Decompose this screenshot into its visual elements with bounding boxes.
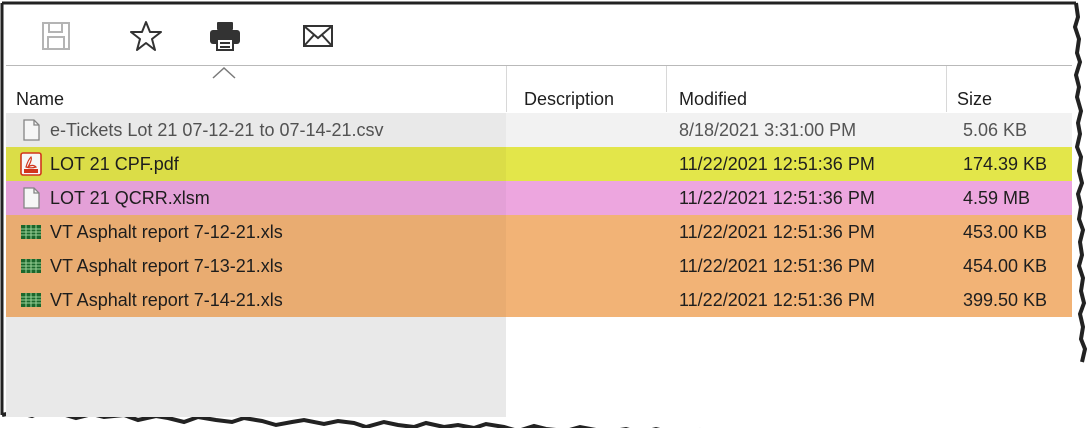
file-size: 399.50 KB	[963, 290, 1048, 310]
file-modified: 11/22/2021 12:51:36 PM	[679, 154, 875, 174]
column-header-name[interactable]: Name	[6, 66, 506, 112]
file-row[interactable]: VT Asphalt report 7-14-21.xls 11/22/2021…	[6, 283, 1072, 317]
generic-file-icon	[23, 187, 40, 209]
empty-list-area[interactable]	[6, 317, 506, 417]
column-header-row: Name Description Modified Size	[6, 66, 1072, 112]
column-divider[interactable]	[506, 66, 507, 112]
file-name: e-Tickets Lot 21 07-12-21 to 07-14-21.cs…	[50, 120, 384, 140]
file-size: 4.59 MB	[963, 188, 1031, 208]
file-row[interactable]: e-Tickets Lot 21 07-12-21 to 07-14-21.cs…	[6, 113, 1072, 147]
spreadsheet-icon	[21, 225, 41, 239]
save-button[interactable]	[37, 17, 75, 55]
file-name: VT Asphalt report 7-14-21.xls	[50, 290, 283, 310]
column-header-size[interactable]: Size	[947, 66, 1072, 112]
column-header-modified[interactable]: Modified	[669, 66, 944, 112]
file-row[interactable]: LOT 21 QCRR.xlsm 11/22/2021 12:51:36 PM …	[6, 181, 1072, 215]
print-icon	[210, 22, 240, 51]
file-row[interactable]: VT Asphalt report 7-13-21.xls 11/22/2021…	[6, 249, 1072, 283]
favorite-button[interactable]	[127, 17, 165, 55]
email-button[interactable]	[299, 17, 337, 55]
column-header-size-label: Size	[957, 89, 993, 109]
column-divider[interactable]	[666, 66, 667, 112]
file-name: LOT 21 CPF.pdf	[50, 154, 179, 174]
print-button[interactable]	[206, 17, 244, 55]
file-list-panel: Name Description Modified Size e-Tickets…	[6, 5, 1072, 417]
file-name: LOT 21 QCRR.xlsm	[50, 188, 210, 208]
column-header-modified-label: Modified	[679, 89, 748, 109]
file-size: 454.00 KB	[963, 256, 1048, 276]
email-icon	[303, 25, 333, 47]
column-header-name-label: Name	[16, 89, 65, 109]
file-modified: 11/22/2021 12:51:36 PM	[679, 222, 875, 242]
file-modified: 11/22/2021 12:51:36 PM	[679, 256, 875, 276]
generic-file-icon	[23, 119, 40, 141]
column-header-description[interactable]: Description	[514, 66, 669, 112]
spreadsheet-icon	[21, 259, 41, 273]
file-size: 453.00 KB	[963, 222, 1048, 242]
file-row[interactable]: VT Asphalt report 7-12-21.xls 11/22/2021…	[6, 215, 1072, 249]
file-modified: 11/22/2021 12:51:36 PM	[679, 290, 875, 310]
file-size: 174.39 KB	[963, 154, 1048, 174]
file-row[interactable]: LOT 21 CPF.pdf 11/22/2021 12:51:36 PM 17…	[6, 147, 1072, 181]
toolbar	[6, 5, 1072, 66]
save-icon	[42, 22, 70, 50]
file-modified: 8/18/2021 3:31:00 PM	[679, 120, 857, 140]
file-size: 5.06 KB	[963, 120, 1028, 140]
file-name: VT Asphalt report 7-13-21.xls	[50, 256, 283, 276]
pdf-icon	[20, 152, 42, 176]
file-modified: 11/22/2021 12:51:36 PM	[679, 188, 875, 208]
star-icon	[130, 21, 162, 51]
file-name: VT Asphalt report 7-12-21.xls	[50, 222, 283, 242]
spreadsheet-icon	[21, 293, 41, 307]
column-header-description-label: Description	[524, 89, 615, 109]
